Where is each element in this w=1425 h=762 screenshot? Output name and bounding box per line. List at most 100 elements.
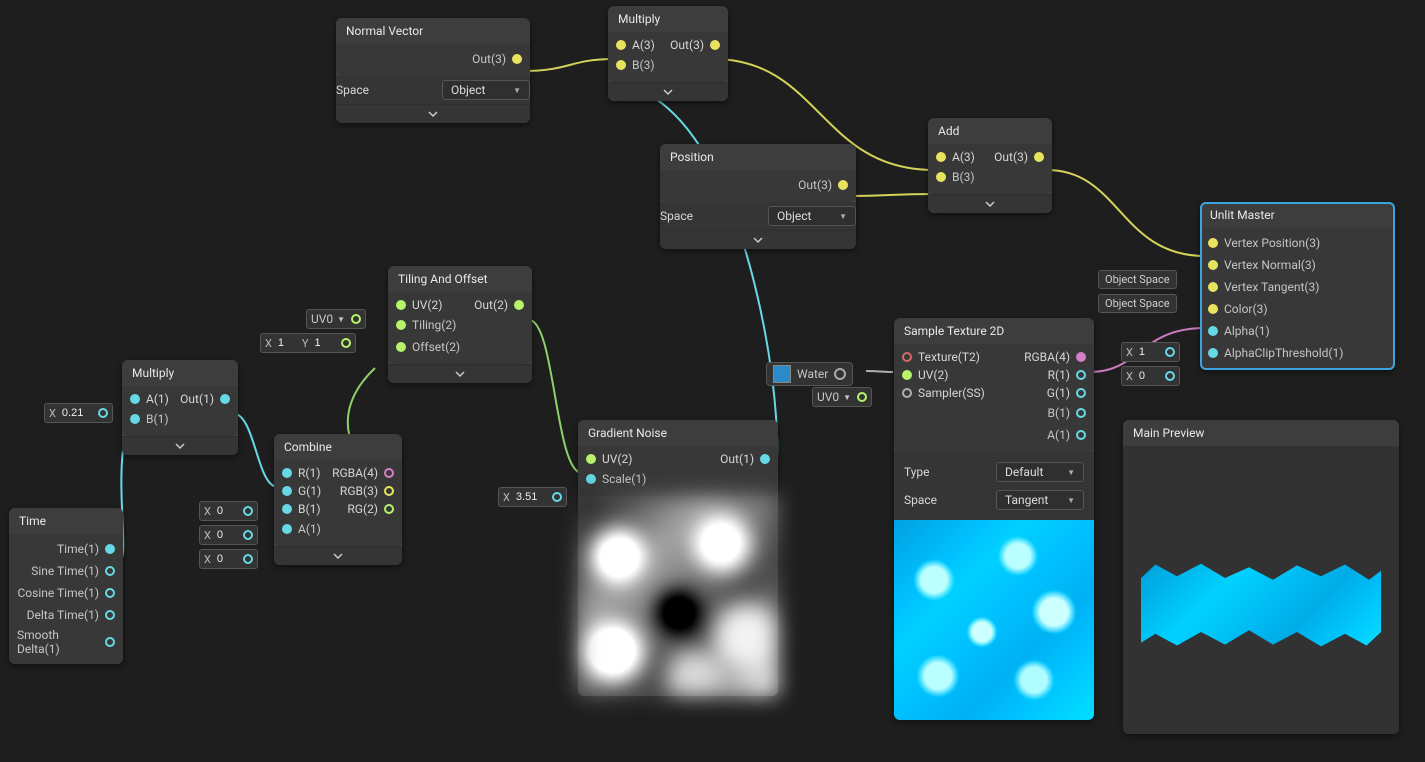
output-port[interactable] [105, 544, 115, 554]
value-field[interactable] [1137, 369, 1159, 383]
node-position[interactable]: Position Out(3) Space Object▼ [660, 144, 856, 249]
input-port[interactable] [1208, 304, 1218, 314]
channel-port[interactable] [351, 314, 361, 324]
collapse-toggle[interactable] [928, 194, 1052, 213]
pill-output-port[interactable] [834, 368, 846, 380]
node-normal-vector[interactable]: Normal Vector Out(3) Space Object▼ [336, 18, 530, 123]
input-port[interactable] [1208, 348, 1218, 358]
space-dropdown[interactable]: Object▼ [768, 206, 856, 226]
input-port[interactable] [396, 320, 406, 330]
input-port[interactable] [616, 40, 626, 50]
output-port[interactable] [760, 454, 770, 464]
input-port[interactable] [936, 152, 946, 162]
node-multiply-top[interactable]: Multiply A(3) Out(3) B(3) [608, 6, 728, 101]
input-port[interactable] [282, 504, 292, 514]
type-dropdown[interactable]: Default▼ [996, 462, 1084, 482]
property-pill-water[interactable]: Water [766, 362, 853, 386]
node-tiling-and-offset[interactable]: Tiling And Offset UV(2) Out(2) Tiling(2)… [388, 266, 532, 383]
output-port[interactable] [220, 394, 230, 404]
output-port[interactable] [105, 588, 115, 598]
input-port[interactable] [282, 468, 292, 478]
output-port[interactable] [105, 566, 115, 576]
collapse-toggle[interactable] [388, 364, 532, 383]
port[interactable] [243, 554, 253, 564]
input-port[interactable] [586, 474, 596, 484]
node-time[interactable]: Time Time(1) Sine Time(1) Cosine Time(1)… [9, 508, 123, 664]
float-input[interactable]: X [199, 525, 258, 545]
node-gradient-noise[interactable]: Gradient Noise UV(2) Out(1) Scale(1) [578, 420, 778, 696]
node-sample-texture-2d[interactable]: Sample Texture 2D Texture(T2) RGBA(4) UV… [894, 318, 1094, 720]
node-add[interactable]: Add A(3) Out(3) B(3) [928, 118, 1052, 213]
input-port[interactable] [282, 524, 292, 534]
output-port[interactable] [1076, 408, 1086, 418]
port[interactable] [341, 338, 351, 348]
input-port[interactable] [396, 342, 406, 352]
input-port[interactable] [616, 60, 626, 70]
output-port[interactable] [384, 486, 394, 496]
value-field[interactable] [215, 528, 237, 542]
chevron-down-icon: ▼ [839, 212, 847, 221]
space-dropdown[interactable]: Object▼ [442, 80, 530, 100]
float-input[interactable]: X [498, 487, 567, 507]
value-field[interactable] [1137, 345, 1159, 359]
output-port[interactable] [1034, 152, 1044, 162]
main-preview-panel[interactable]: Main Preview [1123, 420, 1399, 734]
output-port[interactable] [514, 300, 524, 310]
node-multiply-float[interactable]: Multiply A(1) Out(1) B(1) [122, 360, 238, 455]
port[interactable] [552, 492, 562, 502]
space-dropdown[interactable]: Tangent▼ [996, 490, 1084, 510]
node-unlit-master[interactable]: Unlit Master Vertex Position(3) Vertex N… [1200, 202, 1395, 370]
input-port[interactable] [936, 172, 946, 182]
uv-channel-dropdown[interactable]: UV0▼ [812, 387, 872, 407]
tiling-input[interactable]: XY [260, 333, 356, 353]
value-field[interactable] [60, 406, 92, 420]
input-port[interactable] [586, 454, 596, 464]
value-field[interactable] [514, 490, 546, 504]
port[interactable] [1165, 347, 1175, 357]
output-port[interactable] [105, 637, 115, 647]
input-port[interactable] [902, 388, 912, 398]
output-port[interactable] [1076, 388, 1086, 398]
node-combine[interactable]: Combine R(1) RGBA(4) G(1) RGB(3) B(1) RG… [274, 434, 402, 565]
input-port[interactable] [396, 300, 406, 310]
output-port[interactable] [384, 504, 394, 514]
output-port[interactable] [838, 180, 848, 190]
port[interactable] [243, 506, 253, 516]
float-input[interactable]: X [1121, 366, 1180, 386]
float-input[interactable]: X [1121, 342, 1180, 362]
input-port[interactable] [130, 394, 140, 404]
collapse-toggle[interactable] [660, 230, 856, 249]
output-port[interactable] [512, 54, 522, 64]
uv-channel-dropdown[interactable]: UV0▼ [306, 309, 366, 329]
input-port[interactable] [902, 370, 912, 380]
output-port[interactable] [710, 40, 720, 50]
input-port[interactable] [1208, 238, 1218, 248]
float-input[interactable]: X [44, 403, 113, 423]
output-port[interactable] [1076, 430, 1086, 440]
collapse-toggle[interactable] [608, 82, 728, 101]
collapse-toggle[interactable] [274, 546, 402, 565]
output-port[interactable] [105, 610, 115, 620]
output-port[interactable] [1076, 352, 1086, 362]
collapse-toggle[interactable] [122, 436, 238, 455]
tiling-y[interactable] [313, 336, 335, 350]
collapse-toggle[interactable] [336, 104, 530, 123]
output-port[interactable] [384, 468, 394, 478]
input-port[interactable] [1208, 260, 1218, 270]
port[interactable] [98, 408, 108, 418]
tiling-x[interactable] [276, 336, 298, 350]
port[interactable] [243, 530, 253, 540]
input-port[interactable] [1208, 282, 1218, 292]
input-port[interactable] [282, 486, 292, 496]
property-label: Space [336, 83, 369, 97]
float-input[interactable]: X [199, 501, 258, 521]
input-port[interactable] [1208, 326, 1218, 336]
input-port[interactable] [902, 352, 912, 362]
value-field[interactable] [215, 552, 237, 566]
port[interactable] [857, 392, 867, 402]
value-field[interactable] [215, 504, 237, 518]
output-port[interactable] [1076, 370, 1086, 380]
float-input[interactable]: X [199, 549, 258, 569]
input-port[interactable] [130, 414, 140, 424]
port[interactable] [1165, 371, 1175, 381]
